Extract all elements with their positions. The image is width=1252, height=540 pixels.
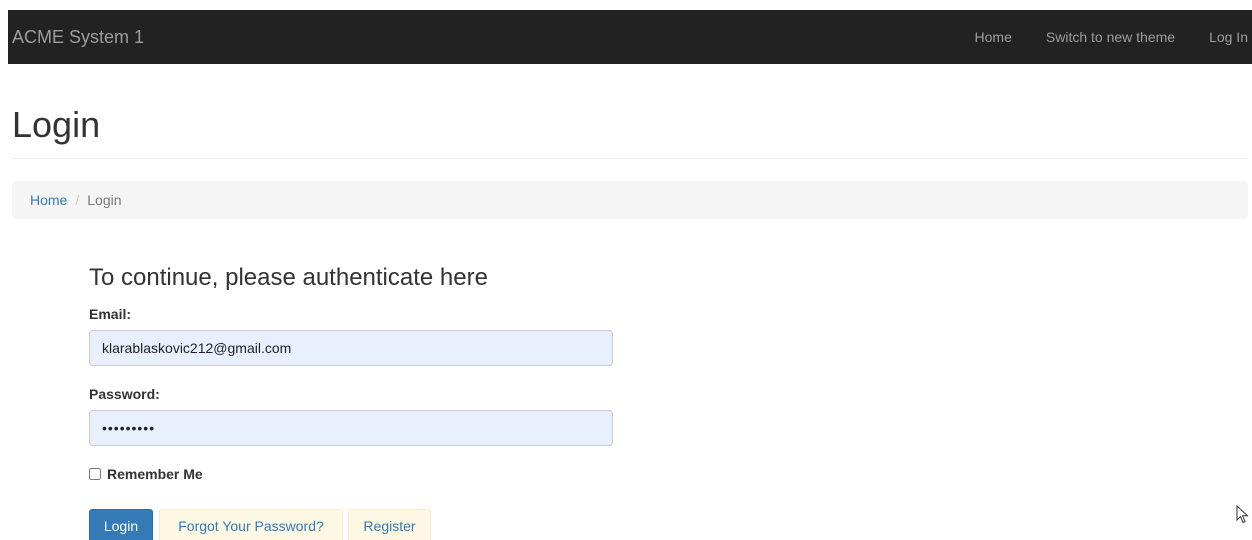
mouse-cursor-icon (1236, 505, 1249, 524)
login-page: ACME System 1 Home Switch to new theme L… (0, 0, 1252, 540)
brand-link[interactable]: ACME System 1 (8, 27, 144, 48)
breadcrumb-home-link[interactable]: Home (30, 192, 67, 208)
breadcrumb-separator: / (75, 192, 80, 208)
password-field[interactable] (89, 410, 613, 446)
top-navbar: ACME System 1 Home Switch to new theme L… (8, 10, 1252, 64)
remember-me-checkbox[interactable] (89, 468, 101, 480)
forgot-password-button[interactable]: Forgot Your Password? (159, 509, 343, 540)
login-button[interactable]: Login (89, 509, 153, 540)
nav-links: Home Switch to new theme Log In (941, 10, 1252, 64)
email-field[interactable] (89, 330, 613, 366)
nav-login-link[interactable]: Log In (1209, 29, 1248, 45)
password-label: Password: (89, 386, 160, 402)
breadcrumb: Home / Login (12, 181, 1248, 219)
nav-switch-theme-link[interactable]: Switch to new theme (1046, 29, 1175, 45)
page-title: Login (12, 104, 101, 145)
form-heading: To continue, please authenticate here (89, 264, 488, 291)
remember-me-label: Remember Me (107, 466, 203, 482)
remember-me: Remember Me (89, 466, 203, 482)
breadcrumb-current: Login (87, 192, 122, 208)
register-button[interactable]: Register (348, 509, 431, 540)
email-label: Email: (89, 306, 132, 322)
nav-home-link[interactable]: Home (975, 29, 1012, 45)
title-divider (12, 158, 1248, 159)
